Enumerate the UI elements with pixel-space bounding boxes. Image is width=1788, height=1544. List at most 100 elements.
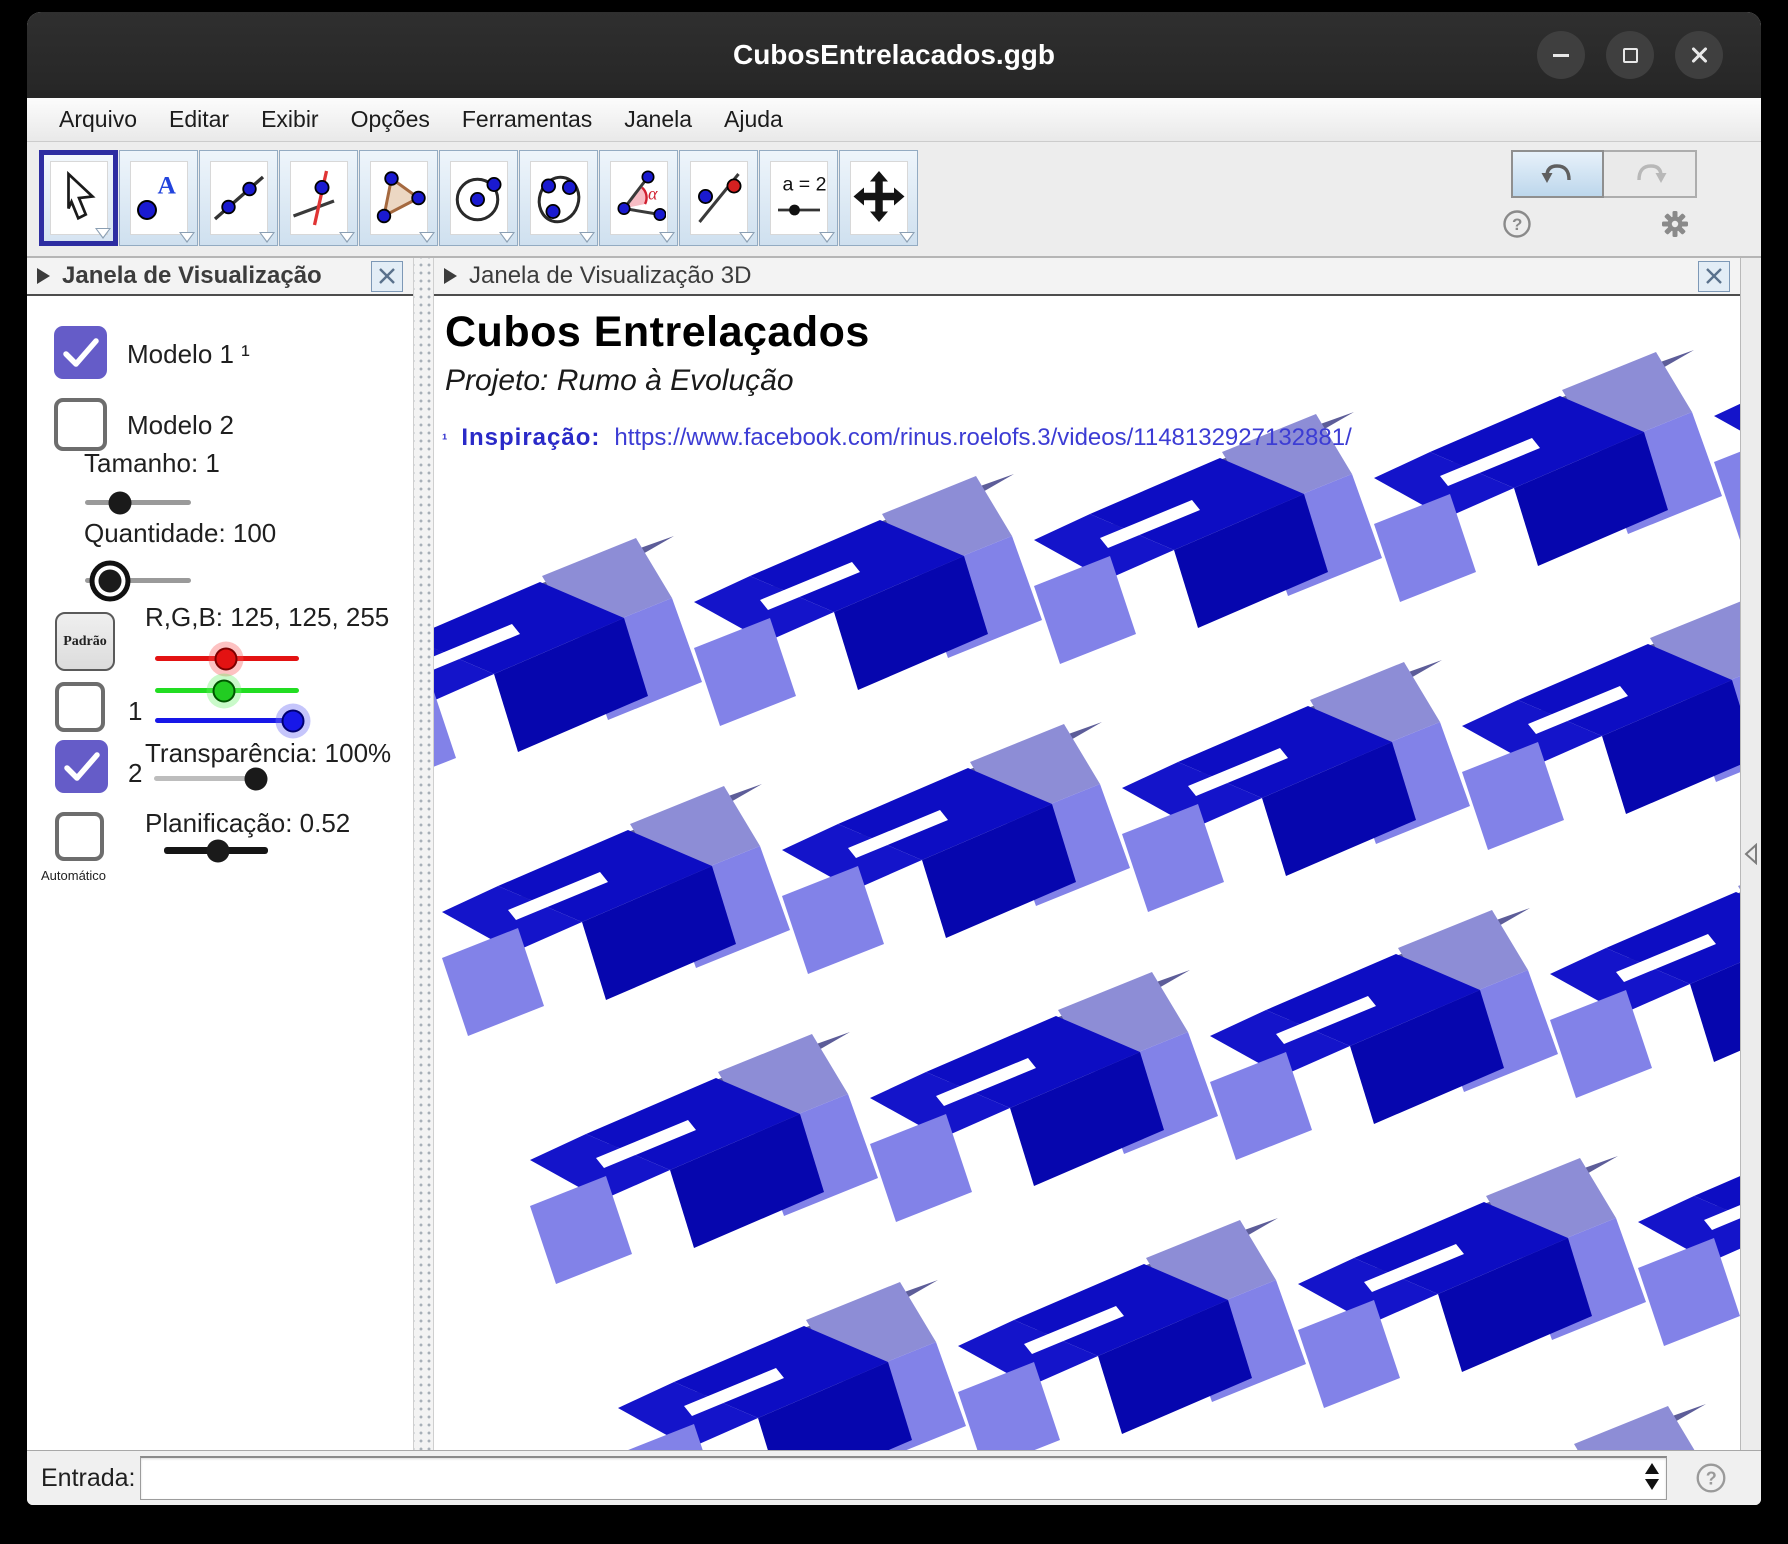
tool-line-button[interactable]: [199, 150, 278, 246]
planificacao-slider[interactable]: [164, 847, 268, 854]
transparencia-label: Transparência: 100%: [145, 738, 391, 769]
settings-gear-icon[interactable]: [1659, 208, 1691, 240]
menubar: Arquivo Editar Exibir Opções Ferramentas…: [27, 98, 1761, 142]
panel-splitter[interactable]: [413, 258, 434, 1450]
close-icon: [1690, 46, 1708, 64]
spinner-up-icon[interactable]: [1645, 1463, 1659, 1474]
tool-dropdown-icon[interactable]: [819, 232, 835, 243]
tool-dropdown-icon[interactable]: [179, 232, 195, 243]
input-history-spinner[interactable]: [1645, 1463, 1659, 1490]
cube-tessellation: [434, 296, 1740, 1450]
footnote-mark: ¹: [442, 432, 447, 450]
minimize-icon: [1553, 54, 1569, 57]
artwork-heading: Cubos Entrelaçados: [445, 308, 870, 357]
tool-ellipse-button[interactable]: [519, 150, 598, 246]
tool-angle-button[interactable]: α: [599, 150, 678, 246]
maximize-button[interactable]: [1606, 31, 1654, 79]
tool-reflect-button[interactable]: [679, 150, 758, 246]
svg-text:A: A: [157, 171, 176, 200]
line-tool-icon: [212, 165, 266, 231]
close-button[interactable]: [1675, 31, 1723, 79]
view3d-canvas[interactable]: Cubos Entrelaçados Projeto: Rumo à Evolu…: [434, 296, 1740, 1450]
tool-dropdown-icon[interactable]: [339, 232, 355, 243]
tool-circle-button[interactable]: [439, 150, 518, 246]
automatico-checkbox[interactable]: [55, 812, 104, 861]
collapse-left-arrow-icon: [1743, 843, 1759, 865]
ellipse-tool-icon: [532, 165, 586, 231]
tool-dropdown-icon[interactable]: [419, 232, 435, 243]
checkbox-2-label: 2: [128, 758, 142, 789]
menu-opcoes[interactable]: Opções: [335, 102, 446, 137]
tool-dropdown-icon[interactable]: [899, 232, 915, 243]
geogebra-window: CubosEntrelacados.ggb Arquivo Editar Exi…: [27, 12, 1761, 1505]
tool-dropdown-icon[interactable]: [659, 232, 675, 243]
green-slider[interactable]: [155, 688, 299, 693]
titlebar[interactable]: CubosEntrelacados.ggb: [27, 12, 1761, 98]
planificacao-slider-knob[interactable]: [207, 839, 230, 862]
inspiration-link[interactable]: https://www.facebook.com/rinus.roelofs.3…: [614, 424, 1351, 452]
move-view-tool-icon: [852, 165, 906, 231]
minimize-button[interactable]: [1537, 31, 1585, 79]
redo-button[interactable]: [1604, 150, 1697, 198]
menu-janela[interactable]: Janela: [608, 102, 708, 137]
graphics-view-close-button[interactable]: [371, 261, 403, 292]
help-icon: ?: [1694, 1461, 1728, 1495]
panel-menu-arrow-icon[interactable]: [37, 268, 50, 284]
tool-perpendicular-line-button[interactable]: [279, 150, 358, 246]
undo-button[interactable]: [1511, 150, 1604, 198]
graphics-view-panel: Janela de Visualização Modelo 1 ¹ Modelo…: [27, 258, 413, 1450]
model2-checkbox[interactable]: [54, 398, 107, 451]
blue-slider-knob[interactable]: [282, 709, 305, 732]
tamanho-slider[interactable]: [85, 500, 191, 505]
checkbox-1[interactable]: [55, 682, 105, 732]
circle-tool-icon: [452, 165, 506, 231]
reflect-tool-icon: [692, 165, 746, 231]
menu-ajuda[interactable]: Ajuda: [708, 102, 799, 137]
polygon-tool-icon: [372, 165, 426, 231]
menu-ferramentas[interactable]: Ferramentas: [446, 102, 608, 137]
red-slider[interactable]: [155, 656, 299, 661]
tool-dropdown-icon[interactable]: [739, 232, 755, 243]
tool-dropdown-icon[interactable]: [95, 228, 111, 239]
model2-label: Modelo 2: [127, 410, 234, 441]
quantidade-slider[interactable]: [85, 578, 191, 583]
padrao-button[interactable]: Padrão: [55, 612, 115, 671]
red-slider-knob[interactable]: [214, 647, 237, 670]
menu-arquivo[interactable]: Arquivo: [43, 102, 153, 137]
input-help-button[interactable]: ?: [1693, 1460, 1729, 1496]
tool-dropdown-icon[interactable]: [499, 232, 515, 243]
panel-menu-arrow-icon[interactable]: [444, 268, 457, 284]
tool-dropdown-icon[interactable]: [579, 232, 595, 243]
tool-point-button[interactable]: A: [119, 150, 198, 246]
tamanho-slider-knob[interactable]: [108, 491, 131, 514]
tool-dropdown-icon[interactable]: [259, 232, 275, 243]
entrada-input[interactable]: [140, 1456, 1667, 1500]
graphics-view-body[interactable]: Modelo 1 ¹ Modelo 2 Tamanho: 1 Quantidad…: [27, 296, 413, 1450]
menu-exibir[interactable]: Exibir: [245, 102, 335, 137]
green-slider-knob[interactable]: [213, 679, 236, 702]
tool-move-view-button[interactable]: [839, 150, 918, 246]
angle-tool-icon: α: [612, 165, 666, 231]
help-icon[interactable]: ?: [1501, 208, 1533, 240]
graphics-view-header: Janela de Visualização: [27, 258, 413, 296]
tool-polygon-button[interactable]: [359, 150, 438, 246]
model1-checkbox[interactable]: [54, 326, 107, 379]
quantidade-label: Quantidade: 100: [84, 518, 276, 549]
svg-text:α: α: [648, 184, 658, 204]
svg-text:?: ?: [1706, 1468, 1717, 1488]
checkbox-2[interactable]: [55, 740, 108, 793]
tool-slider-button[interactable]: a = 2: [759, 150, 838, 246]
svg-text:?: ?: [1512, 215, 1522, 234]
menu-editar[interactable]: Editar: [153, 102, 245, 137]
blue-slider[interactable]: [155, 718, 299, 723]
transparencia-slider-knob[interactable]: [245, 767, 268, 790]
redo-icon: [1630, 158, 1670, 190]
quantidade-slider-knob[interactable]: [99, 569, 122, 592]
tool-move-button[interactable]: [39, 150, 118, 246]
transparencia-slider[interactable]: [154, 776, 256, 781]
view3d-close-button[interactable]: [1698, 261, 1730, 292]
panel-collapse-strip[interactable]: [1740, 258, 1761, 1450]
view3d-title: Janela de Visualização 3D: [469, 262, 751, 290]
maximize-icon: [1623, 48, 1638, 63]
spinner-down-icon[interactable]: [1645, 1479, 1659, 1490]
